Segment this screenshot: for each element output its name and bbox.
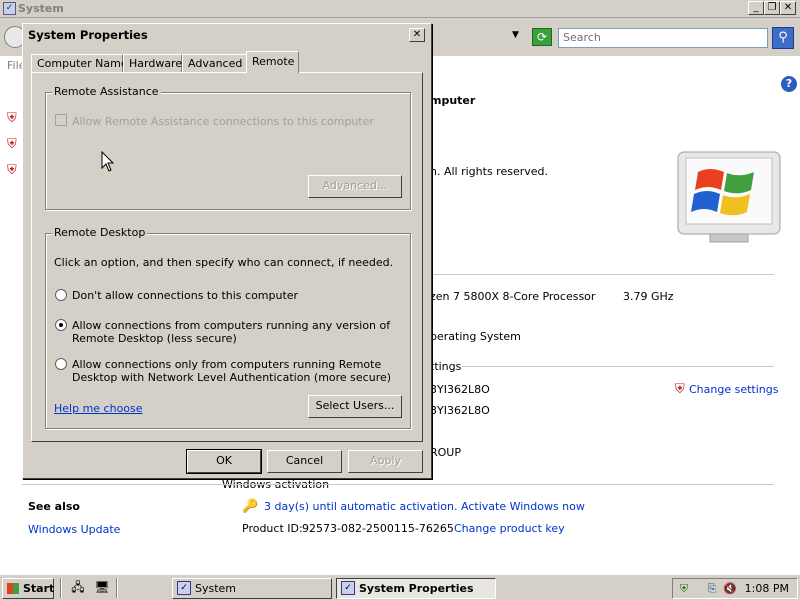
divider bbox=[462, 366, 774, 367]
remote-desktop-instructions: Click an option, and then specify who ca… bbox=[54, 256, 394, 269]
tab-computer-name[interactable]: Computer Name bbox=[31, 54, 128, 73]
remote-assistance-group: Remote Assistance Allow Remote Assistanc… bbox=[45, 85, 411, 210]
key-icon: 🔑 bbox=[242, 499, 259, 514]
close-icon[interactable]: ✕ bbox=[409, 28, 425, 42]
taskbar-item-system-properties[interactable]: ✓ System Properties bbox=[336, 578, 496, 599]
settings-heading: ttings bbox=[430, 360, 462, 373]
shield-icon[interactable]: ⛨ bbox=[7, 137, 21, 153]
computer-name-value: 3YI362L8O bbox=[430, 383, 490, 396]
activation-link[interactable]: 3 day(s) until automatic activation. Act… bbox=[264, 500, 585, 513]
address-dropdown-icon[interactable]: ▼ bbox=[512, 30, 519, 40]
windows-update-link[interactable]: Windows Update bbox=[28, 523, 120, 536]
product-id-label: Product ID: bbox=[242, 522, 303, 535]
restore-button[interactable]: ❐ bbox=[764, 1, 780, 15]
start-button[interactable]: Start bbox=[2, 578, 54, 599]
security-shield-icon[interactable]: ⛨ bbox=[677, 582, 691, 596]
ok-button[interactable]: OK bbox=[186, 449, 262, 474]
system-window-title: System bbox=[18, 2, 64, 15]
refresh-button[interactable]: ⟳ bbox=[532, 28, 552, 46]
workgroup-value: ROUP bbox=[430, 446, 461, 459]
radio-allow-any-version-label-line1[interactable]: Allow connections from computers running… bbox=[72, 319, 390, 332]
full-computer-name-value: 3YI362L8O bbox=[430, 404, 490, 417]
os-type-text: perating System bbox=[430, 330, 521, 343]
radio-allow-any-version[interactable] bbox=[55, 319, 67, 331]
cancel-button[interactable]: Cancel bbox=[267, 450, 342, 473]
tab-advanced[interactable]: Advanced bbox=[182, 54, 247, 73]
taskbar-separator bbox=[116, 578, 118, 598]
dialog-titlebar[interactable]: System Properties ✕ bbox=[25, 26, 429, 44]
tab-hardware[interactable]: Hardware bbox=[123, 54, 182, 73]
taskbar-item-system[interactable]: ✓ System bbox=[172, 578, 332, 599]
divider bbox=[22, 484, 774, 485]
apply-button[interactable]: Apply bbox=[348, 450, 423, 473]
shield-icon: ⛨ bbox=[675, 382, 685, 397]
remote-desktop-label: Remote Desktop bbox=[52, 226, 148, 239]
see-also-heading: See also bbox=[28, 500, 80, 513]
system-window-titlebar: ✓ System _ ❐ ✕ bbox=[0, 0, 800, 18]
search-input[interactable]: Search bbox=[558, 28, 768, 48]
product-id-value: 92573-082-2500115-76265 bbox=[302, 522, 454, 535]
taskbar-item-label: System Properties bbox=[359, 582, 474, 595]
copyright-text: n. All rights reserved. bbox=[430, 165, 548, 178]
system-icon: ✓ bbox=[341, 581, 355, 595]
taskbar: Start 🖧 🖥 ✓ System ✓ System Properties ⛨… bbox=[0, 574, 800, 600]
radio-dont-allow-label[interactable]: Don't allow connections to this computer bbox=[72, 289, 298, 302]
search-button[interactable]: ⚲ bbox=[772, 27, 794, 49]
change-settings-link[interactable]: Change settings bbox=[689, 383, 778, 396]
windows-flag-icon bbox=[7, 583, 19, 594]
radio-dont-allow[interactable] bbox=[55, 289, 67, 301]
remote-assistance-label: Remote Assistance bbox=[52, 85, 161, 98]
minimize-button[interactable]: _ bbox=[748, 1, 764, 15]
show-desktop-icon[interactable]: 🖥 bbox=[94, 580, 110, 595]
start-label: Start bbox=[23, 582, 55, 595]
page-title-fragment: mputer bbox=[430, 94, 476, 107]
volume-muted-icon[interactable]: 🔇 bbox=[723, 582, 737, 596]
radio-allow-nla-only-label-line2[interactable]: Desktop with Network Level Authenticatio… bbox=[72, 371, 391, 384]
remote-assistance-checkbox-label: Allow Remote Assistance connections to t… bbox=[72, 115, 374, 128]
system-icon: ✓ bbox=[3, 2, 16, 15]
change-product-key-link[interactable]: Change product key bbox=[454, 522, 565, 535]
taskbar-item-label: System bbox=[195, 582, 237, 595]
shield-icon[interactable]: ⛨ bbox=[7, 163, 21, 179]
divider bbox=[430, 274, 774, 275]
tab-remote[interactable]: Remote bbox=[246, 51, 299, 74]
close-window-button[interactable]: ✕ bbox=[780, 1, 796, 15]
system-icon: ✓ bbox=[177, 581, 191, 595]
clock[interactable]: 1:08 PM bbox=[745, 582, 789, 595]
system-tray: ⛨ ⎘ 🔇 1:08 PM bbox=[672, 578, 798, 599]
taskbar-separator bbox=[60, 578, 62, 598]
radio-allow-nla-only[interactable] bbox=[55, 358, 67, 370]
dialog-title: System Properties bbox=[28, 28, 148, 42]
radio-allow-nla-only-label-line1[interactable]: Allow connections only from computers ru… bbox=[72, 358, 381, 371]
shield-icon[interactable]: ⛨ bbox=[7, 111, 21, 127]
radio-allow-any-version-label-line2[interactable]: Remote Desktop (less secure) bbox=[72, 332, 237, 345]
mouse-pointer-icon bbox=[101, 151, 115, 172]
advanced-button[interactable]: Advanced... bbox=[308, 175, 402, 198]
help-icon[interactable]: ? bbox=[781, 76, 797, 92]
system-properties-dialog: System Properties ✕ Computer Name Hardwa… bbox=[22, 23, 432, 479]
processor-text: zen 7 5800X 8-Core Processor bbox=[430, 290, 596, 303]
processor-speed: 3.79 GHz bbox=[623, 290, 674, 303]
select-users-button[interactable]: Select Users... bbox=[308, 395, 402, 418]
windows-logo bbox=[677, 151, 781, 243]
network-icon[interactable]: ⎘ bbox=[705, 582, 719, 596]
remote-tab-panel: Remote Assistance Allow Remote Assistanc… bbox=[31, 72, 423, 442]
remote-assistance-checkbox[interactable] bbox=[55, 114, 67, 126]
help-me-choose-link[interactable]: Help me choose bbox=[54, 402, 143, 415]
server-manager-icon[interactable]: 🖧 bbox=[70, 580, 86, 595]
remote-desktop-group: Remote Desktop Click an option, and then… bbox=[45, 226, 411, 429]
